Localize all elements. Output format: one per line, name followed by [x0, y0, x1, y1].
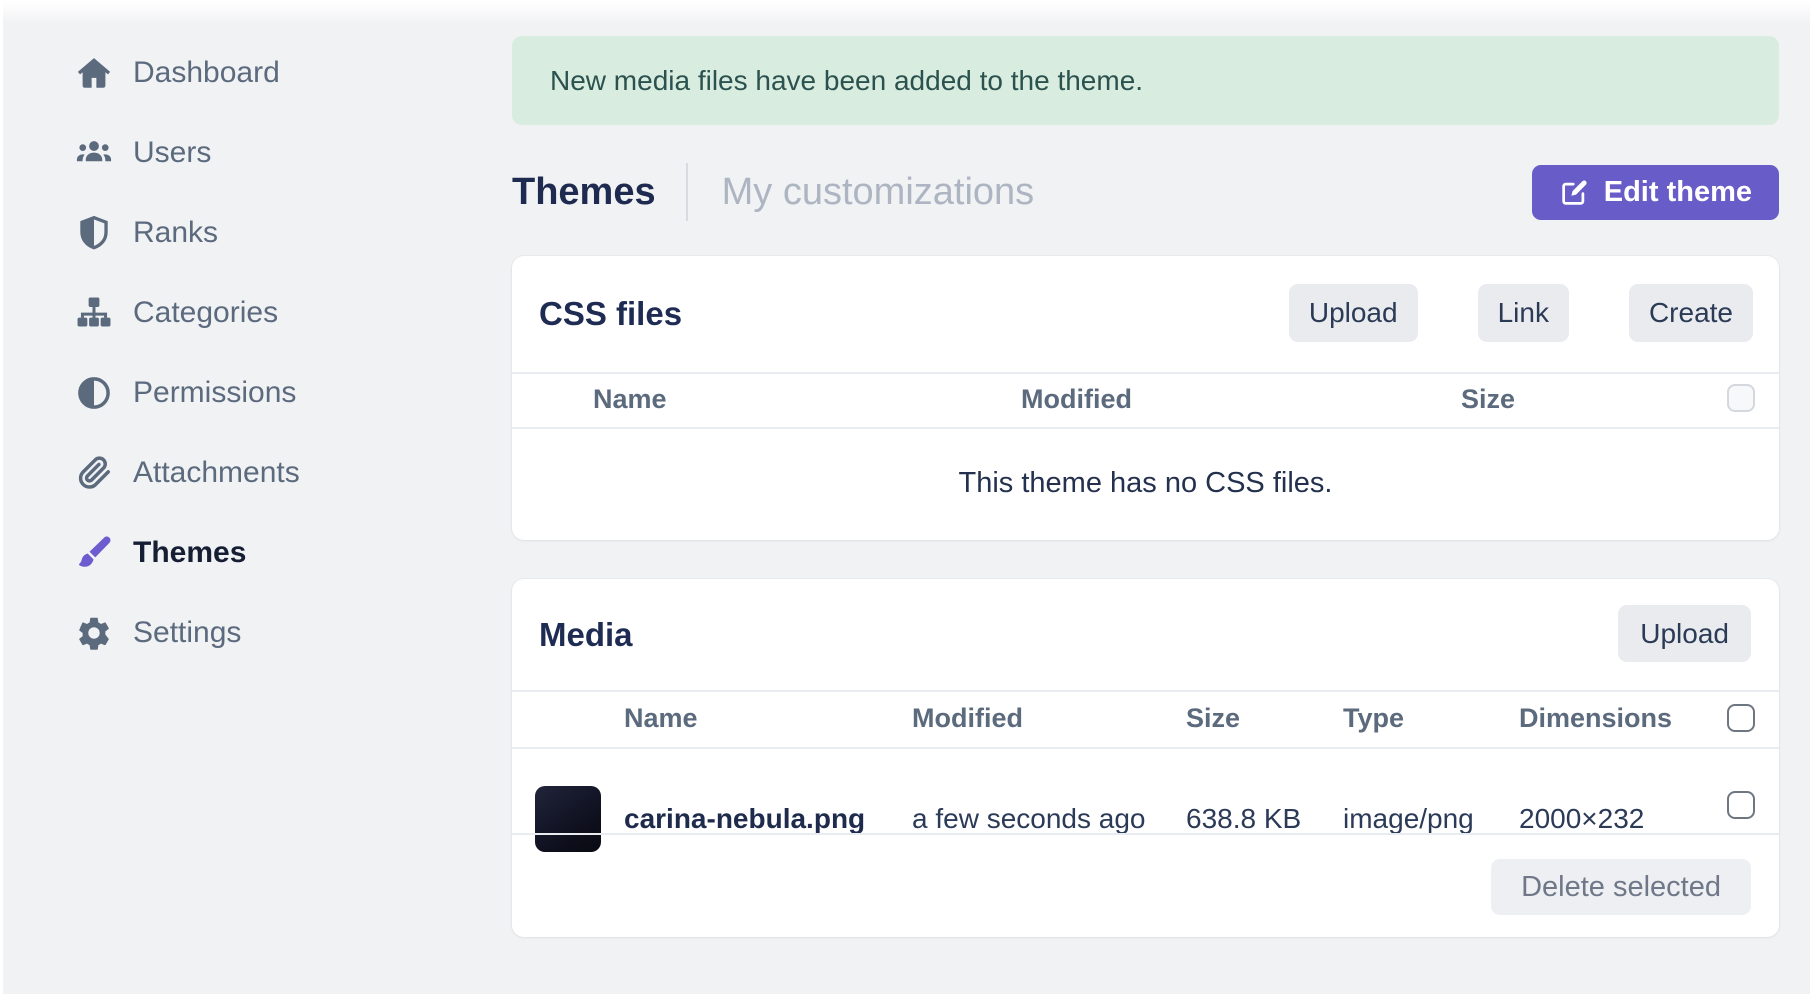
- sidebar-item-label: Dashboard: [133, 58, 280, 88]
- css-empty-state: This theme has no CSS files.: [512, 427, 1779, 540]
- divider: [512, 690, 1779, 692]
- sidebar-item-dashboard[interactable]: Dashboard: [0, 41, 470, 105]
- media-cell-dimensions: 2000×232: [1519, 805, 1644, 833]
- sidebar-item-ranks[interactable]: Ranks: [0, 201, 470, 265]
- sidebar-item-label: Permissions: [133, 378, 296, 408]
- divider: [512, 372, 1779, 374]
- column-header-type: Type: [1343, 705, 1404, 732]
- media-card: Media Upload Name Modified Size Type Dim…: [512, 579, 1779, 937]
- css-empty-message: This theme has no CSS files.: [959, 467, 1333, 500]
- sitemap-icon: [72, 294, 116, 332]
- media-row-checkbox[interactable]: [1727, 791, 1755, 819]
- media-cell-name: carina-nebula.png: [624, 805, 865, 833]
- column-header-dimensions: Dimensions: [1519, 705, 1672, 732]
- sidebar-item-categories[interactable]: Categories: [0, 281, 470, 345]
- css-files-card: CSS files Upload Link Create Name Modifi…: [512, 256, 1779, 540]
- sidebar-item-label: Ranks: [133, 218, 218, 248]
- sidebar-item-settings[interactable]: Settings: [0, 601, 470, 665]
- tab-my-customizations[interactable]: My customizations: [722, 173, 1035, 211]
- divider: [512, 747, 1779, 749]
- media-cell-type: image/png: [1343, 805, 1474, 833]
- column-header-name: Name: [624, 705, 698, 732]
- media-title: Media: [539, 618, 633, 651]
- users-icon: [72, 134, 116, 172]
- paintbrush-icon: [72, 534, 116, 572]
- divider: [512, 833, 1779, 835]
- sidebar-item-users[interactable]: Users: [0, 121, 470, 185]
- column-header-modified: Modified: [1021, 386, 1132, 413]
- media-cell-modified: a few seconds ago: [912, 805, 1146, 833]
- edit-theme-button[interactable]: Edit theme: [1532, 165, 1779, 220]
- alert-message: New media files have been added to the t…: [550, 65, 1143, 97]
- sidebar-item-label: Settings: [133, 618, 241, 648]
- sidebar-item-label: Users: [133, 138, 211, 168]
- main-content: New media files have been added to the t…: [512, 0, 1779, 994]
- css-files-title: CSS files: [539, 297, 682, 330]
- delete-selected-button[interactable]: Delete selected: [1491, 859, 1751, 915]
- paperclip-icon: [72, 454, 116, 492]
- column-header-size: Size: [1461, 386, 1515, 413]
- column-header-name: Name: [593, 386, 667, 413]
- circle-half-icon: [72, 374, 116, 412]
- tab-divider: [686, 163, 688, 221]
- sidebar-item-attachments[interactable]: Attachments: [0, 441, 470, 505]
- sidebar-item-label: Categories: [133, 298, 278, 328]
- sidebar-item-label: Themes: [133, 538, 246, 568]
- sidebar-item-themes[interactable]: Themes: [0, 521, 470, 585]
- css-link-button[interactable]: Link: [1478, 284, 1569, 342]
- tab-themes[interactable]: Themes: [512, 173, 656, 211]
- css-create-button[interactable]: Create: [1629, 284, 1753, 342]
- column-header-modified: Modified: [912, 705, 1023, 732]
- sidebar-item-permissions[interactable]: Permissions: [0, 361, 470, 425]
- edit-theme-label: Edit theme: [1604, 176, 1752, 209]
- media-select-all-checkbox[interactable]: [1727, 704, 1755, 732]
- house-icon: [72, 54, 116, 92]
- css-files-actions: Upload Link Create: [1289, 284, 1753, 342]
- media-cell-size: 638.8 KB: [1186, 805, 1301, 833]
- pen-square-icon: [1559, 177, 1590, 208]
- css-select-all-checkbox[interactable]: [1727, 384, 1755, 412]
- css-upload-button[interactable]: Upload: [1289, 284, 1418, 342]
- media-upload-button[interactable]: Upload: [1618, 605, 1751, 662]
- gear-icon: [72, 614, 116, 652]
- shield-icon: [72, 214, 116, 252]
- sidebar: Dashboard Users Ranks: [0, 41, 470, 681]
- column-header-size: Size: [1186, 705, 1240, 732]
- page-header: Themes My customizations Edit theme: [512, 162, 1779, 222]
- sidebar-item-label: Attachments: [133, 458, 300, 488]
- success-alert: New media files have been added to the t…: [512, 36, 1779, 125]
- media-thumbnail: [535, 786, 601, 852]
